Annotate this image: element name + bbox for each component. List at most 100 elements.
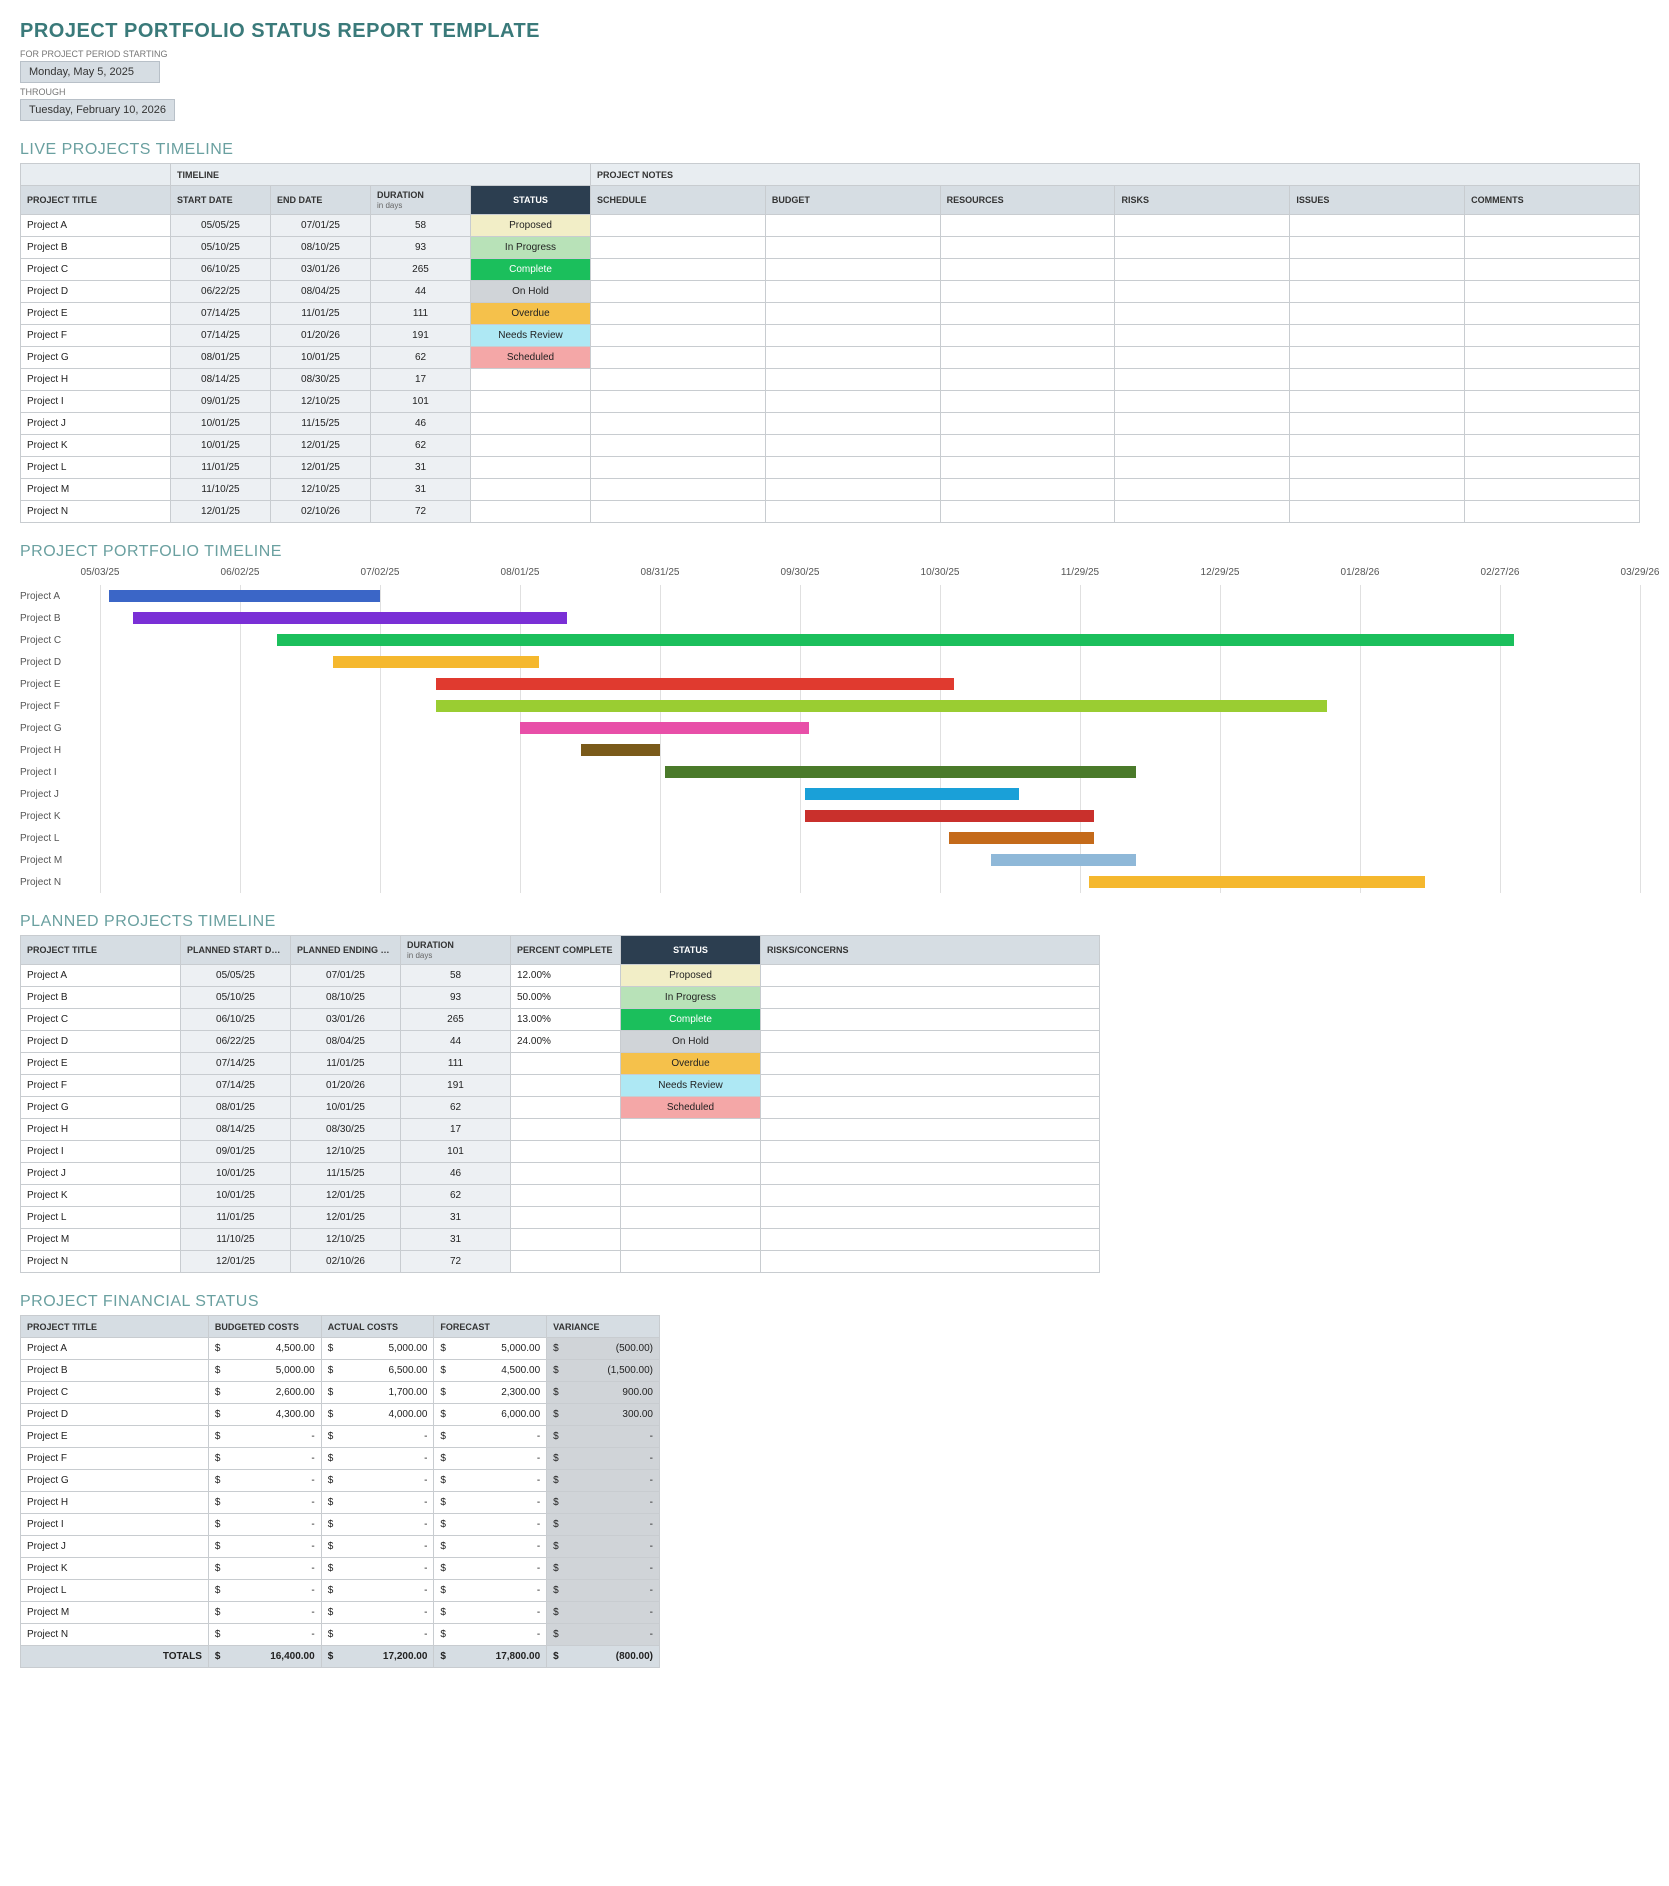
cell-end[interactable]: 01/20/26 xyxy=(271,325,371,347)
cell-resources[interactable] xyxy=(940,501,1115,523)
cell-start[interactable]: 07/14/25 xyxy=(171,303,271,325)
cell-risks[interactable] xyxy=(1115,215,1290,237)
cell-status[interactable] xyxy=(621,1229,761,1251)
cell-end[interactable]: 07/01/25 xyxy=(271,215,371,237)
cell-end[interactable]: 11/01/25 xyxy=(271,303,371,325)
cell-start[interactable]: 06/22/25 xyxy=(181,1031,291,1053)
cell-title[interactable]: Project L xyxy=(21,1580,209,1602)
cell-title[interactable]: Project G xyxy=(21,1097,181,1119)
cell-status[interactable] xyxy=(621,1163,761,1185)
cell-actual[interactable]: - xyxy=(340,1624,434,1646)
cell-title[interactable]: Project G xyxy=(21,347,171,369)
cell-budgeted[interactable]: 5,000.00 xyxy=(227,1360,321,1382)
cell-actual[interactable]: - xyxy=(340,1536,434,1558)
cell-resources[interactable] xyxy=(940,237,1115,259)
cell-end[interactable]: 02/10/26 xyxy=(271,501,371,523)
cell-status[interactable]: Complete xyxy=(621,1009,761,1031)
cell-end[interactable]: 07/01/25 xyxy=(291,965,401,987)
cell-status[interactable]: Overdue xyxy=(471,303,591,325)
cell-issues[interactable] xyxy=(1290,325,1465,347)
cell-percent[interactable] xyxy=(511,1163,621,1185)
cell-forecast[interactable]: 4,500.00 xyxy=(453,1360,547,1382)
cell-title[interactable]: Project H xyxy=(21,369,171,391)
cell-title[interactable]: Project N xyxy=(21,501,171,523)
cell-end[interactable]: 12/01/25 xyxy=(291,1207,401,1229)
cell-issues[interactable] xyxy=(1290,215,1465,237)
cell-status[interactable] xyxy=(621,1141,761,1163)
cell-risks[interactable] xyxy=(761,1207,1100,1229)
cell-status[interactable] xyxy=(471,457,591,479)
cell-risks[interactable] xyxy=(1115,457,1290,479)
cell-start[interactable]: 05/10/25 xyxy=(181,987,291,1009)
cell-end[interactable]: 12/10/25 xyxy=(271,391,371,413)
cell-risks[interactable] xyxy=(1115,259,1290,281)
cell-percent[interactable] xyxy=(511,1207,621,1229)
cell-start[interactable]: 08/14/25 xyxy=(181,1119,291,1141)
cell-comments[interactable] xyxy=(1465,303,1640,325)
cell-title[interactable]: Project A xyxy=(21,1338,209,1360)
cell-issues[interactable] xyxy=(1290,501,1465,523)
cell-issues[interactable] xyxy=(1290,369,1465,391)
cell-title[interactable]: Project E xyxy=(21,303,171,325)
cell-start[interactable]: 05/05/25 xyxy=(181,965,291,987)
cell-status[interactable]: Proposed xyxy=(471,215,591,237)
cell-risks[interactable] xyxy=(1115,281,1290,303)
cell-actual[interactable]: 5,000.00 xyxy=(340,1338,434,1360)
cell-comments[interactable] xyxy=(1465,347,1640,369)
cell-issues[interactable] xyxy=(1290,435,1465,457)
cell-budgeted[interactable]: - xyxy=(227,1580,321,1602)
cell-title[interactable]: Project D xyxy=(21,1031,181,1053)
cell-comments[interactable] xyxy=(1465,237,1640,259)
cell-status[interactable] xyxy=(621,1251,761,1273)
cell-title[interactable]: Project D xyxy=(21,1404,209,1426)
cell-resources[interactable] xyxy=(940,347,1115,369)
cell-percent[interactable]: 13.00% xyxy=(511,1009,621,1031)
cell-status[interactable]: Needs Review xyxy=(621,1075,761,1097)
cell-issues[interactable] xyxy=(1290,281,1465,303)
cell-forecast[interactable]: - xyxy=(453,1624,547,1646)
cell-risks[interactable] xyxy=(1115,325,1290,347)
cell-issues[interactable] xyxy=(1290,391,1465,413)
cell-budget[interactable] xyxy=(765,325,940,347)
cell-schedule[interactable] xyxy=(591,237,766,259)
cell-title[interactable]: Project D xyxy=(21,281,171,303)
cell-actual[interactable]: - xyxy=(340,1602,434,1624)
cell-title[interactable]: Project M xyxy=(21,479,171,501)
cell-comments[interactable] xyxy=(1465,479,1640,501)
cell-title[interactable]: Project K xyxy=(21,1558,209,1580)
cell-comments[interactable] xyxy=(1465,259,1640,281)
cell-risks[interactable] xyxy=(1115,479,1290,501)
cell-budget[interactable] xyxy=(765,413,940,435)
cell-risks[interactable] xyxy=(1115,435,1290,457)
cell-title[interactable]: Project M xyxy=(21,1602,209,1624)
cell-forecast[interactable]: - xyxy=(453,1580,547,1602)
cell-title[interactable]: Project I xyxy=(21,1141,181,1163)
cell-status[interactable] xyxy=(471,435,591,457)
cell-status[interactable]: In Progress xyxy=(621,987,761,1009)
cell-title[interactable]: Project M xyxy=(21,1229,181,1251)
cell-end[interactable]: 12/10/25 xyxy=(291,1141,401,1163)
cell-resources[interactable] xyxy=(940,413,1115,435)
cell-title[interactable]: Project N xyxy=(21,1624,209,1646)
cell-title[interactable]: Project J xyxy=(21,1536,209,1558)
cell-title[interactable]: Project H xyxy=(21,1492,209,1514)
cell-actual[interactable]: - xyxy=(340,1448,434,1470)
cell-schedule[interactable] xyxy=(591,259,766,281)
cell-status[interactable]: On Hold xyxy=(621,1031,761,1053)
cell-status[interactable]: Scheduled xyxy=(471,347,591,369)
cell-resources[interactable] xyxy=(940,457,1115,479)
cell-schedule[interactable] xyxy=(591,215,766,237)
cell-budget[interactable] xyxy=(765,457,940,479)
cell-budget[interactable] xyxy=(765,237,940,259)
cell-end[interactable]: 08/30/25 xyxy=(291,1119,401,1141)
cell-title[interactable]: Project F xyxy=(21,325,171,347)
cell-risks[interactable] xyxy=(761,1009,1100,1031)
cell-actual[interactable]: - xyxy=(340,1580,434,1602)
cell-title[interactable]: Project K xyxy=(21,1185,181,1207)
cell-budget[interactable] xyxy=(765,501,940,523)
cell-risks[interactable] xyxy=(1115,347,1290,369)
cell-issues[interactable] xyxy=(1290,259,1465,281)
cell-end[interactable]: 12/01/25 xyxy=(271,457,371,479)
cell-start[interactable]: 08/14/25 xyxy=(171,369,271,391)
period-starting-value[interactable]: Monday, May 5, 2025 xyxy=(20,61,160,83)
